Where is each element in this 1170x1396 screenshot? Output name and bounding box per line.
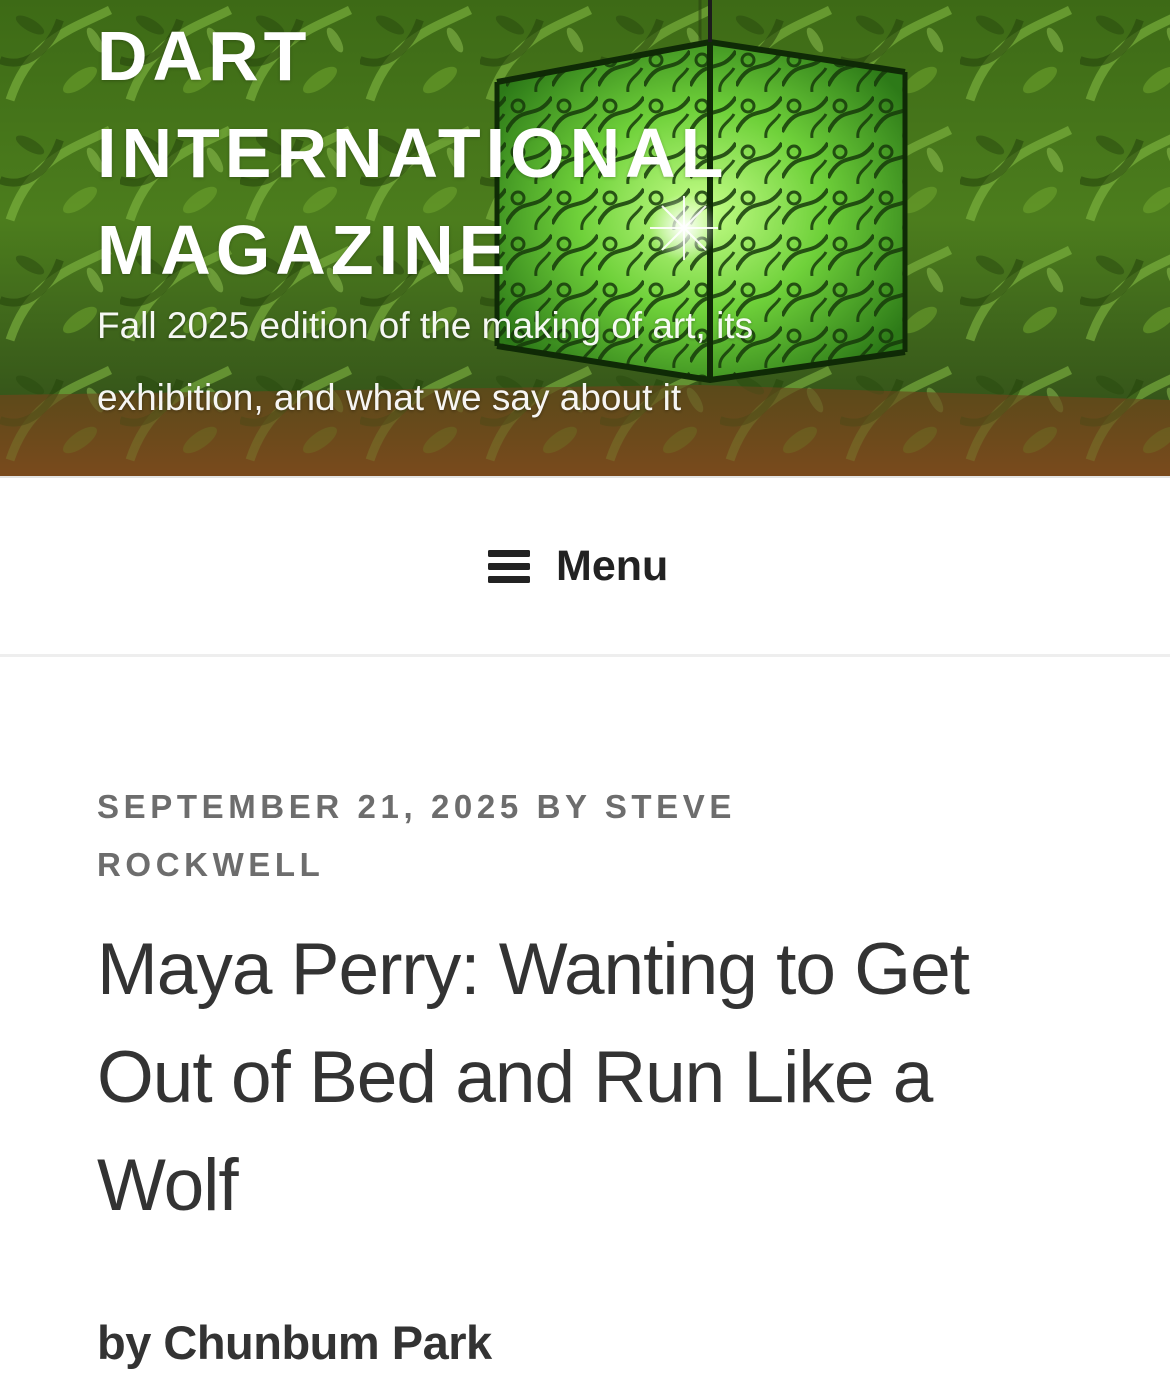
page: DART INTERNATIONAL MAGAZINE Fall 2025 ed…: [0, 0, 1170, 1396]
header-divider: [0, 476, 1170, 478]
site-description-line: exhibition, and what we say about it: [97, 377, 682, 418]
entry-meta: September 21, 2025 by Steve Rockwell: [97, 778, 957, 894]
hamburger-icon: [488, 548, 530, 584]
menu-toggle-button[interactable]: Menu: [488, 538, 668, 594]
menu-label: Menu: [556, 541, 669, 590]
site-description-line: Fall 2025 edition of the making of art, …: [97, 305, 754, 346]
site-title-line: INTERNATIONAL: [97, 114, 729, 192]
post-date-link[interactable]: September 21, 2025: [97, 788, 523, 825]
article-title: Maya Perry: Wanting to Get Out of Bed an…: [97, 929, 970, 1226]
article-byline: by Chunbum Park: [97, 1316, 492, 1369]
site-description: Fall 2025 edition of the making of art, …: [97, 290, 927, 434]
main-navigation: Menu: [0, 480, 1170, 657]
site-title-line: MAGAZINE: [97, 211, 511, 289]
site-title-line: DART: [97, 17, 312, 95]
site-title[interactable]: DART INTERNATIONAL MAGAZINE: [97, 8, 997, 299]
site-header: DART INTERNATIONAL MAGAZINE Fall 2025 ed…: [0, 0, 1170, 478]
meta-by-label: by: [536, 788, 592, 825]
